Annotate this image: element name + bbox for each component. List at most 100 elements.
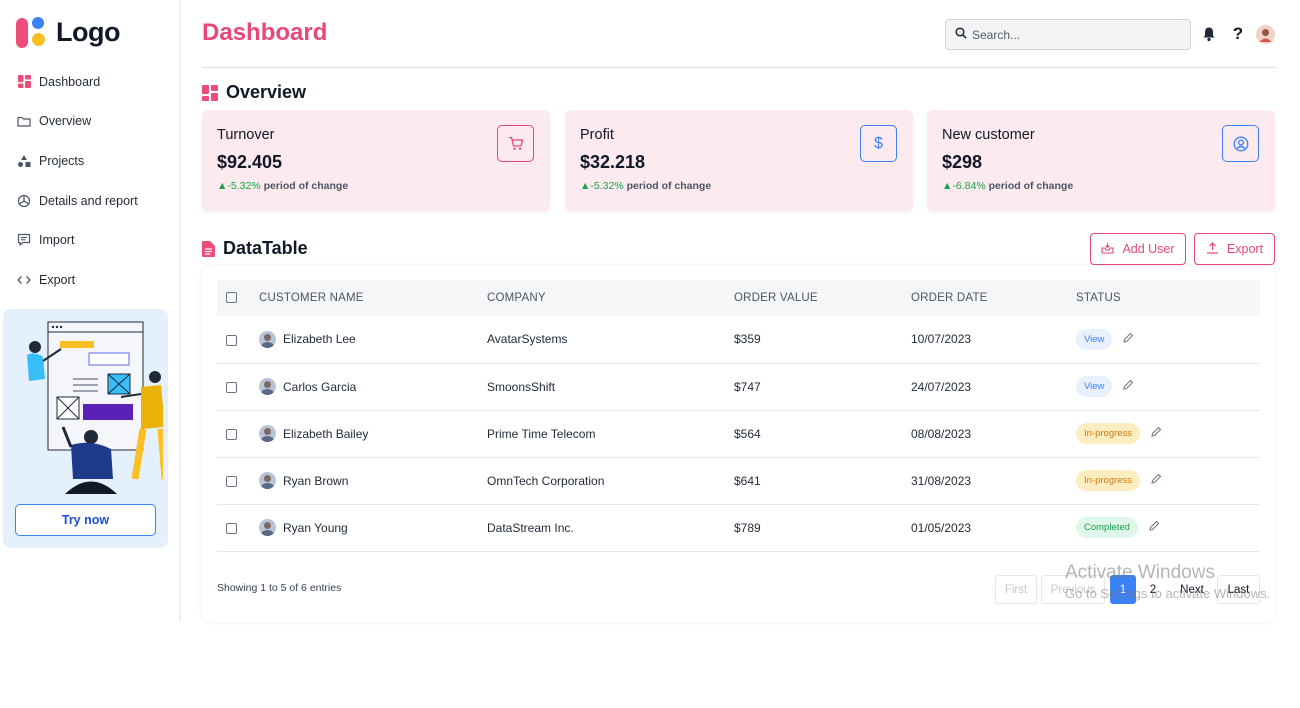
- edit-pencil-icon[interactable]: [1150, 426, 1162, 441]
- code-icon: [17, 273, 31, 287]
- add-user-label: Add User: [1122, 242, 1175, 256]
- row-checkbox[interactable]: [226, 475, 237, 487]
- stat-label: Profit: [580, 127, 614, 143]
- company-cell: Prime Time Telecom: [487, 426, 596, 441]
- upload-icon: [1206, 241, 1219, 257]
- entries-info: Showing 1 to 5 of 6 entries: [217, 582, 342, 594]
- sidebar-item-details-report[interactable]: Details and report: [0, 181, 180, 221]
- order-date-cell: 24/07/2023: [911, 379, 972, 394]
- help-icon[interactable]: ?: [1229, 24, 1247, 43]
- stat-change: ▲-5.32% period of change: [580, 180, 712, 192]
- customer-name: Elizabeth Bailey: [283, 426, 369, 441]
- status-badge[interactable]: In-progress: [1076, 423, 1141, 444]
- pagination-previous-button[interactable]: Previous: [1041, 575, 1105, 604]
- user-circle-icon[interactable]: [1222, 125, 1259, 162]
- bell-icon[interactable]: [1200, 25, 1218, 43]
- topbar: Dashboard ?: [202, 0, 1275, 68]
- overview-heading: Overview: [202, 82, 306, 103]
- row-checkbox[interactable]: [226, 522, 237, 534]
- avatar: [259, 472, 276, 489]
- pagination-last-button[interactable]: Last: [1217, 575, 1260, 604]
- row-checkbox[interactable]: [226, 381, 237, 393]
- sidebar-item-projects[interactable]: Projects: [0, 141, 180, 181]
- shapes-icon: [17, 154, 31, 168]
- sidebar-item-label: Overview: [39, 114, 92, 129]
- avatar: [259, 425, 276, 442]
- logo-text: Logo: [56, 16, 120, 47]
- order-date-cell: 31/08/2023: [911, 473, 972, 488]
- folder-icon: [17, 114, 31, 128]
- inbox-icon: [1101, 242, 1114, 257]
- dollar-icon[interactable]: $: [860, 125, 897, 162]
- status-badge[interactable]: View: [1076, 376, 1113, 397]
- status-badge[interactable]: In-progress: [1076, 470, 1141, 491]
- edit-pencil-icon[interactable]: [1148, 520, 1160, 535]
- status-badge[interactable]: Completed: [1076, 517, 1138, 538]
- customers-table: CUSTOMER NAME COMPANY ORDER VALUE ORDER …: [217, 280, 1260, 552]
- company-cell: OmnTech Corporation: [487, 473, 605, 488]
- search-box[interactable]: [945, 19, 1191, 50]
- sidebar-item-overview[interactable]: Overview: [0, 102, 180, 142]
- order-date-cell: 08/08/2023: [911, 426, 972, 441]
- column-header[interactable]: ORDER DATE: [911, 280, 1076, 316]
- status-badge[interactable]: View: [1076, 328, 1113, 350]
- table-header-row: CUSTOMER NAME COMPANY ORDER VALUE ORDER …: [217, 280, 1260, 316]
- document-icon: [202, 240, 215, 257]
- search-input[interactable]: [972, 27, 1172, 42]
- add-user-button[interactable]: Add User: [1090, 233, 1186, 265]
- overview-title: Overview: [226, 82, 307, 102]
- stat-card-new-customer: New customer $298 ▲-6.84% period of chan…: [927, 110, 1275, 211]
- try-now-button[interactable]: Try now: [15, 504, 156, 536]
- team-illustration: [27, 321, 163, 494]
- app: Logo Dashboard Overview Projects Details…: [0, 0, 1300, 708]
- company-cell: SmoonsShift: [487, 379, 556, 394]
- pagination-next-button[interactable]: Next: [1172, 575, 1212, 604]
- message-icon: [17, 233, 31, 247]
- edit-pencil-icon[interactable]: [1122, 332, 1134, 347]
- column-header[interactable]: STATUS: [1076, 280, 1260, 316]
- avatar: [259, 378, 276, 395]
- row-checkbox[interactable]: [226, 334, 237, 346]
- table-row: Ryan Brown OmnTech Corporation $641 31/0…: [217, 457, 1260, 504]
- avatar[interactable]: [1256, 25, 1275, 44]
- edit-pencil-icon[interactable]: [1150, 473, 1162, 488]
- customer-name: Ryan Young: [283, 520, 348, 535]
- order-value-cell: $747: [734, 379, 761, 394]
- pagination-page-2[interactable]: 2: [1140, 575, 1166, 604]
- pagination-page-1[interactable]: 1: [1110, 575, 1136, 604]
- column-header[interactable]: COMPANY: [487, 280, 734, 316]
- column-header[interactable]: CUSTOMER NAME: [259, 280, 487, 316]
- table-row: Carlos Garcia SmoonsShift $747 24/07/202…: [217, 363, 1260, 410]
- pagination-first-button[interactable]: First: [995, 575, 1037, 604]
- sidebar-item-export[interactable]: Export: [0, 260, 180, 300]
- select-all-checkbox[interactable]: [226, 292, 237, 304]
- table-row: Elizabeth Lee AvatarSystems $359 10/07/2…: [217, 316, 1260, 363]
- stat-change: ▲-5.32% period of change: [217, 180, 349, 192]
- table-row: Elizabeth Bailey Prime Time Telecom $564…: [217, 410, 1260, 457]
- logo[interactable]: Logo: [16, 16, 120, 48]
- pie-chart-icon: [17, 194, 31, 208]
- avatar: [259, 519, 276, 536]
- sidebar-item-label: Details and report: [39, 193, 138, 208]
- stat-cards: Turnover $92.405 ▲-5.32% period of chang…: [202, 110, 1275, 211]
- customer-name: Elizabeth Lee: [283, 332, 356, 347]
- row-checkbox[interactable]: [226, 428, 237, 440]
- cart-icon[interactable]: [497, 125, 534, 162]
- column-header[interactable]: ORDER VALUE: [734, 280, 911, 316]
- export-button[interactable]: Export: [1194, 233, 1275, 265]
- dashboard-grid-icon: [17, 75, 31, 89]
- stat-card-turnover: Turnover $92.405 ▲-5.32% period of chang…: [202, 110, 550, 211]
- edit-pencil-icon[interactable]: [1122, 379, 1134, 394]
- sidebar-item-dashboard[interactable]: Dashboard: [0, 62, 180, 102]
- promo-card: Try now: [3, 309, 168, 548]
- sidebar-nav: Dashboard Overview Projects Details and …: [0, 62, 180, 300]
- export-label: Export: [1226, 242, 1264, 256]
- stat-label: Turnover: [217, 127, 275, 143]
- datatable-title: DataTable: [223, 238, 308, 258]
- stat-label: New customer: [942, 127, 1035, 143]
- avatar: [259, 330, 276, 348]
- stat-value: $298: [942, 152, 983, 172]
- company-cell: DataStream Inc.: [487, 520, 574, 535]
- sidebar-item-import[interactable]: Import: [0, 220, 180, 260]
- order-value-cell: $564: [734, 426, 761, 441]
